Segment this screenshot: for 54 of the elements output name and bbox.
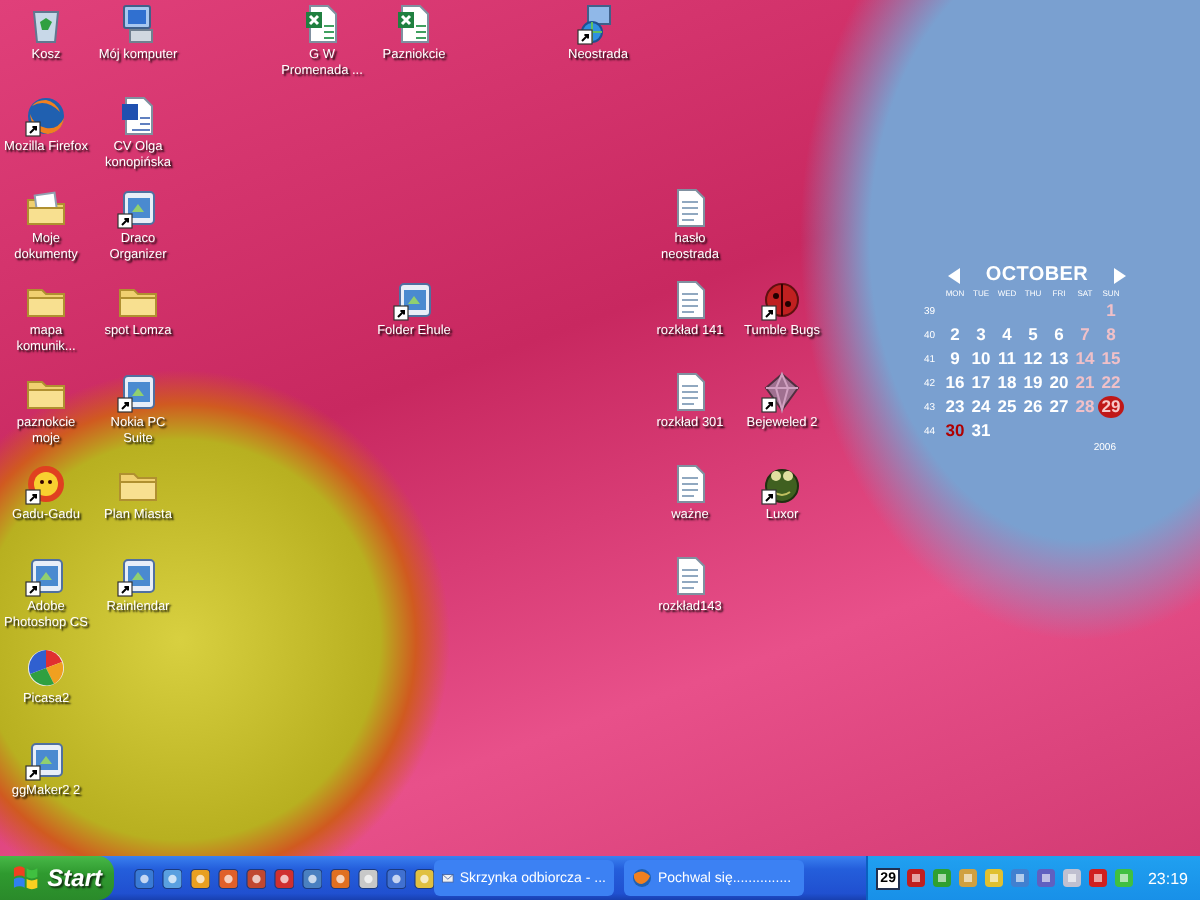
tray-icon[interactable] [1061, 868, 1082, 888]
quick-launch-icon[interactable] [385, 867, 407, 889]
next-month-icon[interactable] [1113, 267, 1126, 283]
calendar-day[interactable]: 13 [1046, 348, 1072, 370]
calendar-day[interactable]: 7 [1072, 324, 1098, 346]
calendar-day[interactable]: 21 [1072, 372, 1098, 394]
calendar-day[interactable]: 23 [942, 396, 968, 418]
calendar-day[interactable]: 8 [1098, 324, 1124, 346]
calendar-day[interactable]: 28 [1072, 396, 1098, 418]
calendar-day[interactable]: 26 [1020, 396, 1046, 418]
quick-launch-icon[interactable] [245, 867, 267, 889]
calendar-day[interactable]: 3 [968, 324, 994, 346]
quick-launch-icon[interactable] [189, 867, 211, 889]
calendar-day[interactable]: 31 [968, 420, 994, 442]
calendar-day[interactable]: 6 [1046, 324, 1072, 346]
previous-month-icon[interactable] [948, 267, 960, 283]
calendar-day[interactable]: 5 [1020, 324, 1046, 346]
envelope-icon [442, 868, 454, 888]
tray-icon[interactable] [1035, 868, 1056, 888]
calendar-day[interactable]: 30 [942, 420, 968, 442]
calendar-day[interactable]: 24 [968, 396, 994, 418]
tray-icon[interactable] [1087, 868, 1108, 888]
calendar-day[interactable]: 14 [1072, 348, 1098, 370]
quick-launch-icon[interactable] [161, 867, 183, 889]
calendar-day[interactable]: 27 [1046, 396, 1072, 418]
calendar-day[interactable]: 1 [1098, 300, 1124, 322]
windows-flag-icon [12, 864, 40, 892]
calendar-day[interactable]: 11 [994, 348, 1020, 370]
browser-globe-icon [632, 868, 652, 888]
calendar-day[interactable]: 9 [942, 348, 968, 370]
quick-launch-icon[interactable] [413, 867, 434, 889]
calendar-day[interactable]: 18 [994, 372, 1020, 394]
tray-icon[interactable] [905, 868, 926, 888]
calendar-day[interactable]: 2 [942, 324, 968, 346]
tray-icon[interactable] [983, 868, 1004, 888]
calendar-day[interactable]: 15 [1098, 348, 1124, 370]
calendar-day[interactable]: 25 [994, 396, 1020, 418]
quick-launch-icon[interactable] [217, 867, 239, 889]
calendar-day[interactable]: 22 [1098, 372, 1124, 394]
calendar-day[interactable]: 10 [968, 348, 994, 370]
quick-launch-icon[interactable] [134, 867, 155, 889]
calendar-day[interactable]: 4 [994, 324, 1020, 346]
calendar-day[interactable]: 16 [942, 372, 968, 394]
quick-launch-icon[interactable] [273, 867, 295, 889]
calendar-day[interactable]: 12 [1020, 348, 1046, 370]
calendar-day[interactable]: 17 [968, 372, 994, 394]
clock: 23:19 [1147, 869, 1188, 887]
start-button[interactable]: Start [0, 856, 114, 900]
quick-launch-icon[interactable] [329, 867, 351, 889]
calendar-day[interactable]: 20 [1046, 372, 1072, 394]
month-title: OCTOBER [985, 264, 1089, 286]
quick-launch-icon[interactable] [301, 867, 323, 889]
calendar-day[interactable]: 19 [1020, 372, 1046, 394]
quick-launch-icon[interactable] [357, 867, 379, 889]
